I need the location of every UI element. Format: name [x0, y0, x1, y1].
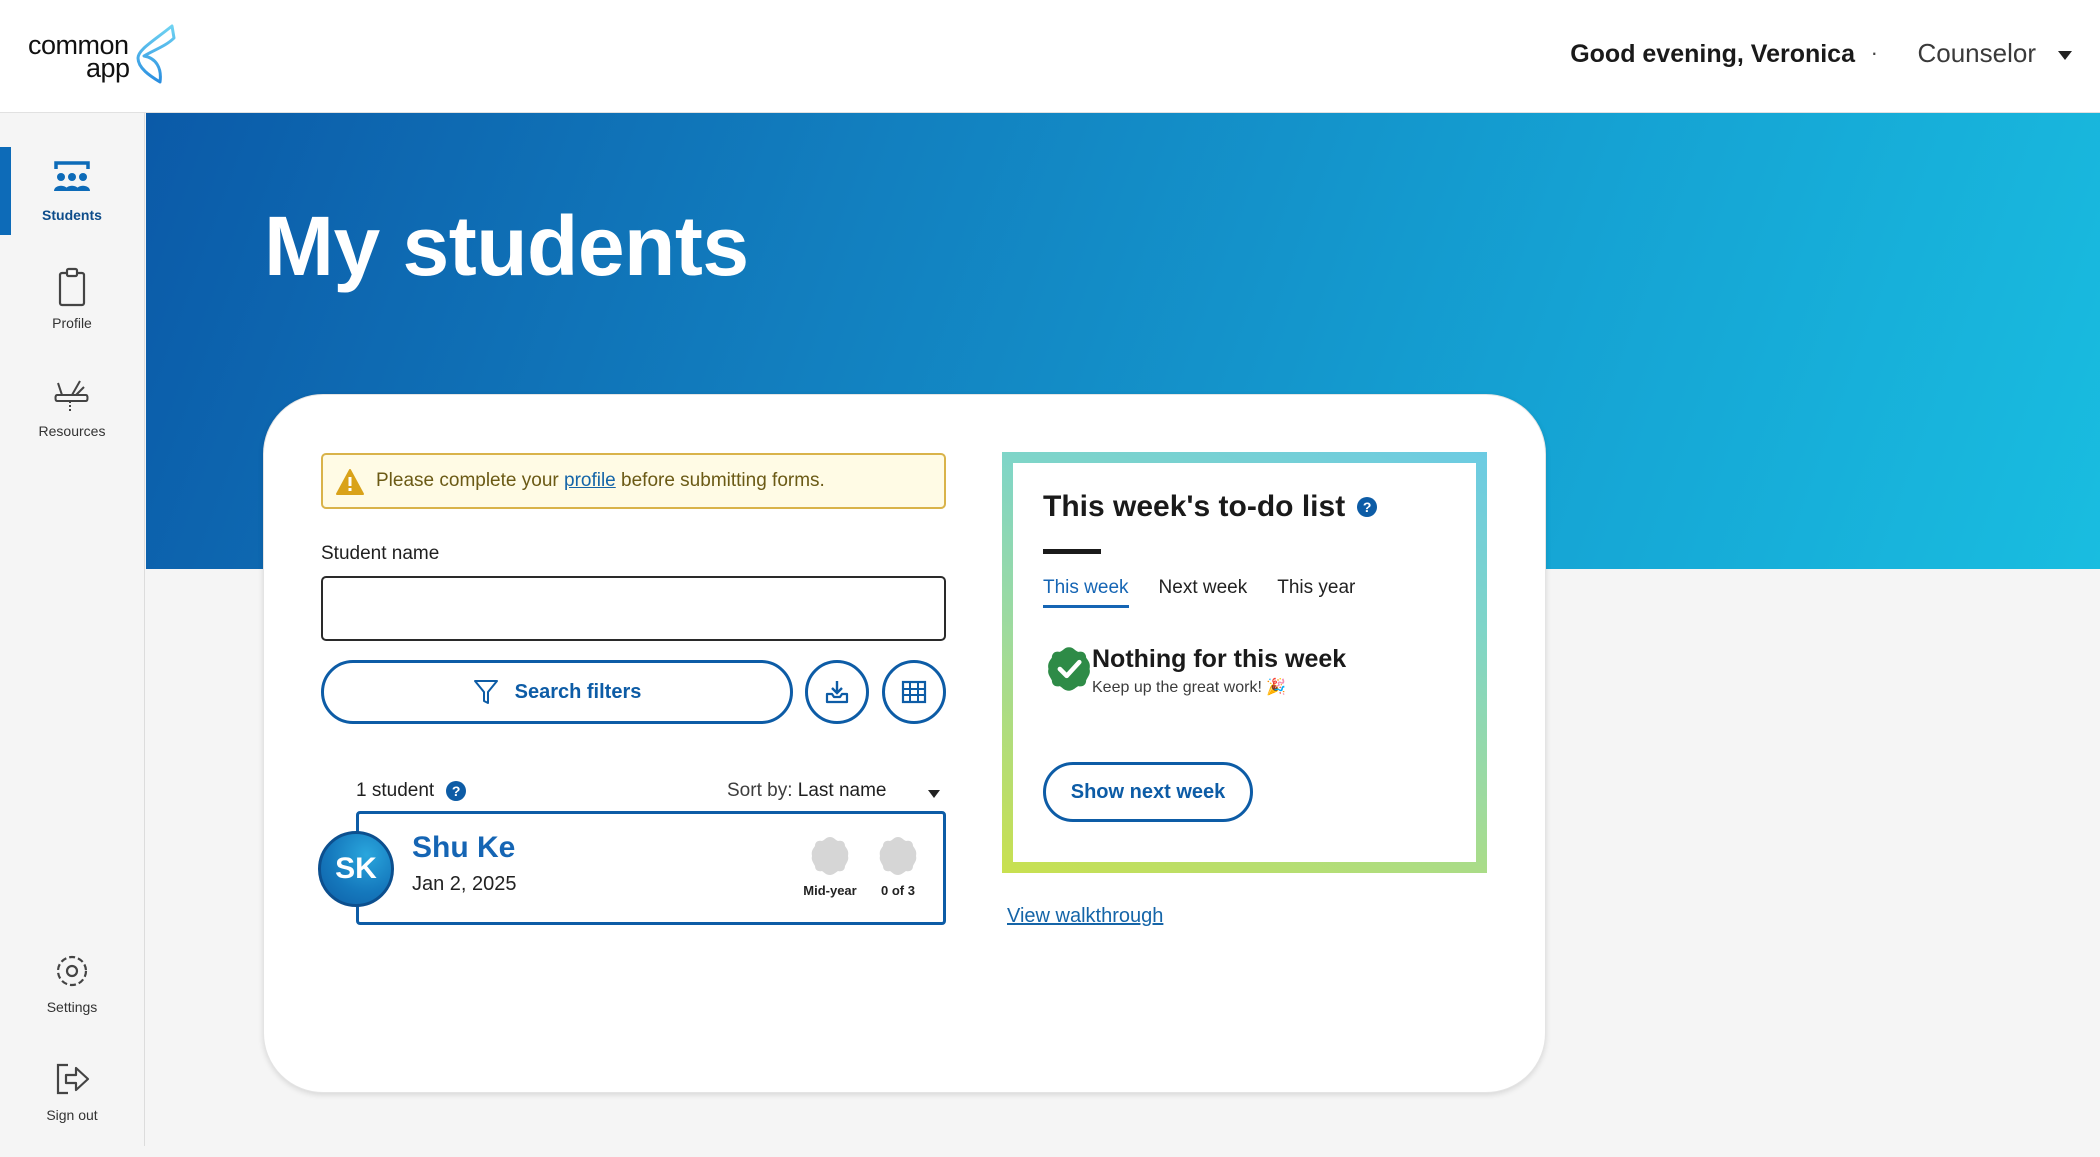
sidebar-item-students[interactable]: Students [0, 157, 144, 257]
student-name-input[interactable] [321, 576, 946, 641]
todo-tabs: This week Next week This year [1043, 577, 1355, 608]
sidebar-item-resources[interactable]: Resources [0, 373, 144, 473]
sidebar-item-label: Profile [52, 315, 92, 331]
verified-check-icon [1048, 647, 1090, 691]
sidebar-item-settings[interactable]: Settings [0, 949, 144, 1049]
sort-value: Last name [797, 780, 887, 801]
student-name-link[interactable]: Shu Ke [412, 831, 515, 865]
logo-wordmark: common app [28, 30, 130, 83]
multitool-icon [54, 380, 89, 411]
students-icon [54, 161, 90, 191]
caret-down-icon[interactable] [928, 790, 940, 798]
caret-down-icon[interactable] [2058, 51, 2072, 60]
clipboard-icon [58, 267, 86, 307]
todo-panel: This week's to-do list ? This week Next … [1002, 452, 1487, 873]
tab-next-week[interactable]: Next week [1159, 577, 1248, 608]
page-title: My students [264, 199, 749, 293]
sidebar-item-label: Sign out [46, 1107, 98, 1123]
filter-icon [473, 680, 498, 704]
separator: · [1870, 40, 1878, 65]
role-dropdown[interactable]: Counselor [1917, 38, 2036, 69]
view-walkthrough-link[interactable]: View walkthrough [1007, 905, 1163, 928]
student-date: Jan 2, 2025 [412, 873, 517, 895]
avatar: SK [318, 831, 394, 907]
forms-progress-badge: 0 of 3 [863, 835, 933, 898]
sidebar-item-label: Students [42, 207, 102, 223]
greeting-text: Good evening, Veronica [1570, 40, 1855, 68]
search-filters-button[interactable]: Search filters [321, 660, 793, 724]
badge-label: 0 of 3 [881, 883, 915, 898]
logo-mark-icon [136, 24, 176, 84]
student-count: 1 student ? [356, 780, 467, 802]
tab-this-week[interactable]: This week [1043, 577, 1129, 608]
profile-link[interactable]: profile [564, 470, 616, 491]
sign-out-icon [56, 1063, 90, 1095]
sort-label: Sort by: [727, 780, 793, 801]
sidebar-item-label: Settings [46, 999, 98, 1015]
download-icon [825, 681, 849, 704]
student-name-label: Student name [321, 543, 440, 564]
tab-this-year[interactable]: This year [1277, 577, 1355, 608]
download-button[interactable] [805, 660, 869, 724]
empty-state-title: Nothing for this week [1092, 645, 1347, 673]
show-next-week-button[interactable]: Show next week [1043, 762, 1253, 822]
sidebar-item-profile[interactable]: Profile [0, 265, 144, 365]
help-icon[interactable]: ? [446, 781, 467, 801]
sidebar-item-label: Resources [38, 423, 106, 439]
alert-message: Please complete your profile before subm… [376, 470, 825, 491]
badge-label: Mid-year [803, 883, 857, 898]
search-filters-label: Search filters [514, 680, 642, 703]
title-underline [1043, 549, 1101, 554]
empty-state-subtitle: Keep up the great work! 🎉 [1092, 679, 1287, 696]
common-app-logo[interactable]: common app [28, 24, 188, 88]
table-view-button[interactable] [882, 660, 946, 724]
help-icon[interactable]: ? [1357, 497, 1378, 517]
sidebar-nav: Students Profile Resources Settings Sign… [0, 113, 145, 1146]
todo-panel-body: This week's to-do list ? This week Next … [1013, 463, 1476, 862]
sort-dropdown[interactable]: Sort by: Last name [727, 780, 887, 802]
top-header: common app Good evening, Veronica · Coun… [0, 0, 2100, 113]
sidebar-item-sign-out[interactable]: Sign out [0, 1057, 144, 1157]
profile-warning-alert: Please complete your profile before subm… [321, 453, 946, 509]
scalloped-badge-icon [811, 837, 849, 875]
grid-icon [901, 680, 927, 704]
todo-title: This week's to-do list ? [1043, 490, 1378, 524]
mid-year-badge: Mid-year [795, 835, 865, 898]
gear-icon [56, 955, 88, 987]
warning-icon [336, 469, 364, 495]
scalloped-badge-icon [879, 837, 917, 875]
students-card: Please complete your profile before subm… [263, 394, 1546, 1093]
